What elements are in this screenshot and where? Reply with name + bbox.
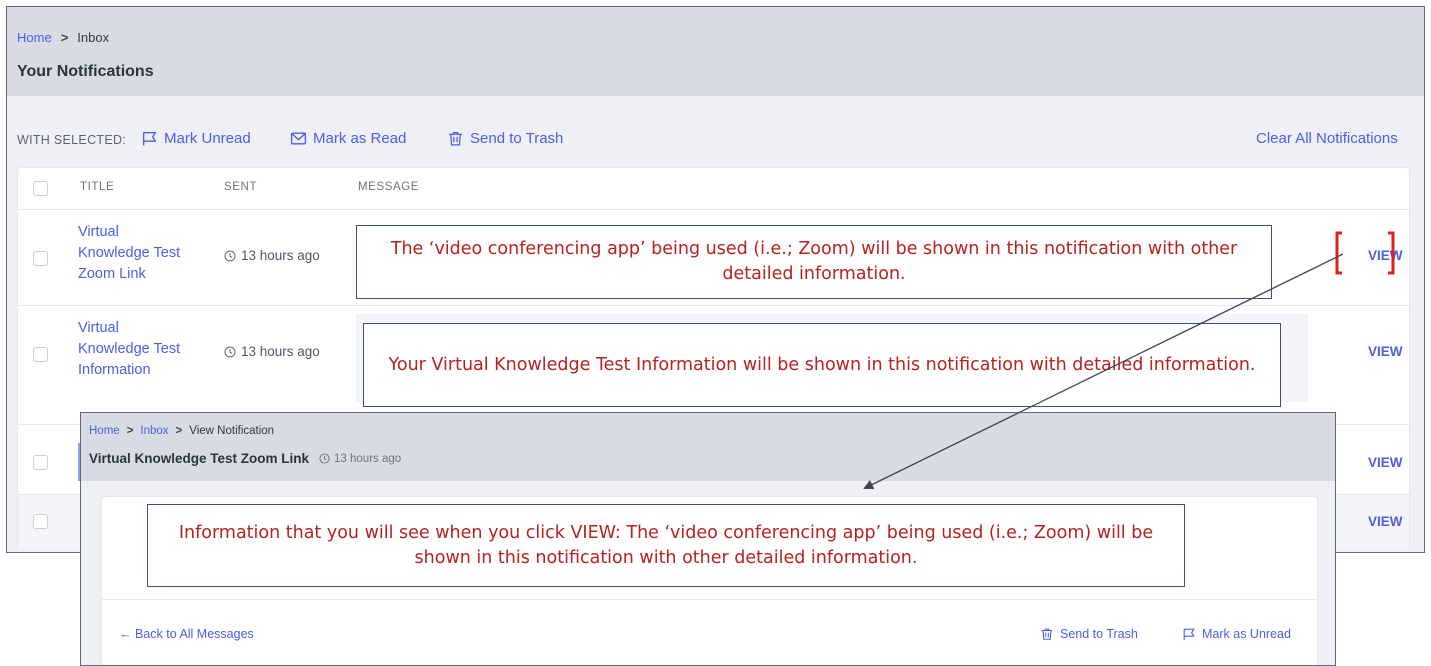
breadcrumb-home[interactable]: Home	[89, 425, 120, 437]
notification-title-link[interactable]: Virtual Knowledge Test Zoom Link	[78, 222, 180, 285]
send-to-trash-button[interactable]: Send to Trash	[447, 130, 563, 147]
row-checkbox[interactable]	[33, 251, 48, 266]
mark-unread-label: Mark Unread	[164, 130, 251, 147]
title-line: Virtual	[78, 320, 119, 336]
title-line: Knowledge Test	[78, 341, 181, 357]
flag-icon	[1183, 628, 1195, 640]
row-checkbox[interactable]	[33, 514, 48, 529]
sent-text: 13 hours ago	[241, 344, 320, 359]
sent-text: 13 hours ago	[241, 248, 320, 263]
trash-icon	[1041, 628, 1053, 640]
detail-title: Virtual Knowledge Test Zoom Link	[89, 451, 310, 466]
clock-icon	[224, 250, 236, 261]
mark-unread-button[interactable]: Mark Unread	[141, 130, 251, 147]
select-all-checkbox[interactable]	[33, 181, 48, 196]
with-selected-label: WITH SELECTED:	[17, 133, 127, 147]
breadcrumb-separator: >	[126, 425, 134, 437]
breadcrumb: Home > Inbox	[17, 30, 109, 45]
detail-header: Home > Inbox > View Notification Virtual Kno…	[81, 413, 1335, 481]
breadcrumb-current: View Notification	[189, 425, 275, 437]
view-button[interactable]: VIEW	[1368, 514, 1403, 529]
detail-sent-text: 13 hours ago	[334, 452, 402, 465]
breadcrumb-current: Inbox	[77, 30, 110, 45]
detail-sent-time: 13 hours ago	[319, 453, 401, 465]
view-button[interactable]: VIEW	[1368, 344, 1403, 359]
sent-time: 13 hours ago	[224, 344, 320, 359]
view-info-callout: Information that you will see when you c…	[147, 504, 1185, 587]
detail-mark-unread-button[interactable]: Mark as Unread	[1182, 627, 1291, 641]
send-to-trash-label: Send to Trash	[470, 130, 564, 147]
flag-icon	[142, 131, 157, 146]
detail-title-row: Virtual Knowledge Test Zoom Link 13 hour…	[89, 451, 401, 466]
title-line: Virtual	[78, 224, 119, 240]
information-callout: Your Virtual Knowledge Test Information …	[363, 323, 1281, 407]
view-highlight-bracket-icon	[1335, 231, 1395, 275]
breadcrumb-separator: >	[175, 425, 183, 437]
clock-icon	[224, 346, 236, 357]
row-checkbox[interactable]	[33, 455, 48, 470]
clear-all-button[interactable]: Clear All Notifications	[1256, 130, 1398, 147]
breadcrumb-separator: >	[60, 30, 69, 45]
detail-send-to-trash-button[interactable]: Send to Trash	[1040, 627, 1138, 641]
breadcrumb-home[interactable]: Home	[17, 30, 52, 45]
column-header-sent: SENT	[224, 181, 258, 193]
trash-icon	[449, 132, 462, 146]
column-header-message: MESSAGE	[358, 181, 420, 193]
row-checkbox[interactable]	[33, 347, 48, 362]
mark-read-label: Mark as Read	[313, 130, 407, 147]
mark-read-button[interactable]: Mark as Read	[290, 130, 406, 147]
envelope-icon	[290, 132, 307, 145]
page-header: Home > Inbox Your Notifications	[7, 7, 1424, 96]
sent-time: 13 hours ago	[224, 248, 320, 263]
back-to-messages-link[interactable]: ← Back to All Messages	[119, 627, 254, 641]
divider	[102, 599, 1317, 600]
detail-breadcrumb: Home > Inbox > View Notification	[89, 425, 274, 437]
detail-mark-unread-label: Mark as Unread	[1202, 627, 1291, 641]
page-title: Your Notifications	[17, 63, 154, 80]
title-line: Information	[78, 362, 151, 378]
title-line: Knowledge Test	[78, 245, 181, 261]
breadcrumb-inbox[interactable]: Inbox	[140, 425, 168, 437]
zoom-link-callout: The ‘video conferencing app’ being used …	[356, 225, 1272, 299]
notification-title-link[interactable]: Virtual Knowledge Test Information	[78, 318, 180, 381]
clock-icon	[319, 453, 330, 464]
detail-send-to-trash-label: Send to Trash	[1060, 627, 1138, 641]
view-button[interactable]: VIEW	[1368, 455, 1403, 470]
title-line: Zoom Link	[78, 266, 146, 282]
column-header-title: TITLE	[80, 181, 115, 193]
